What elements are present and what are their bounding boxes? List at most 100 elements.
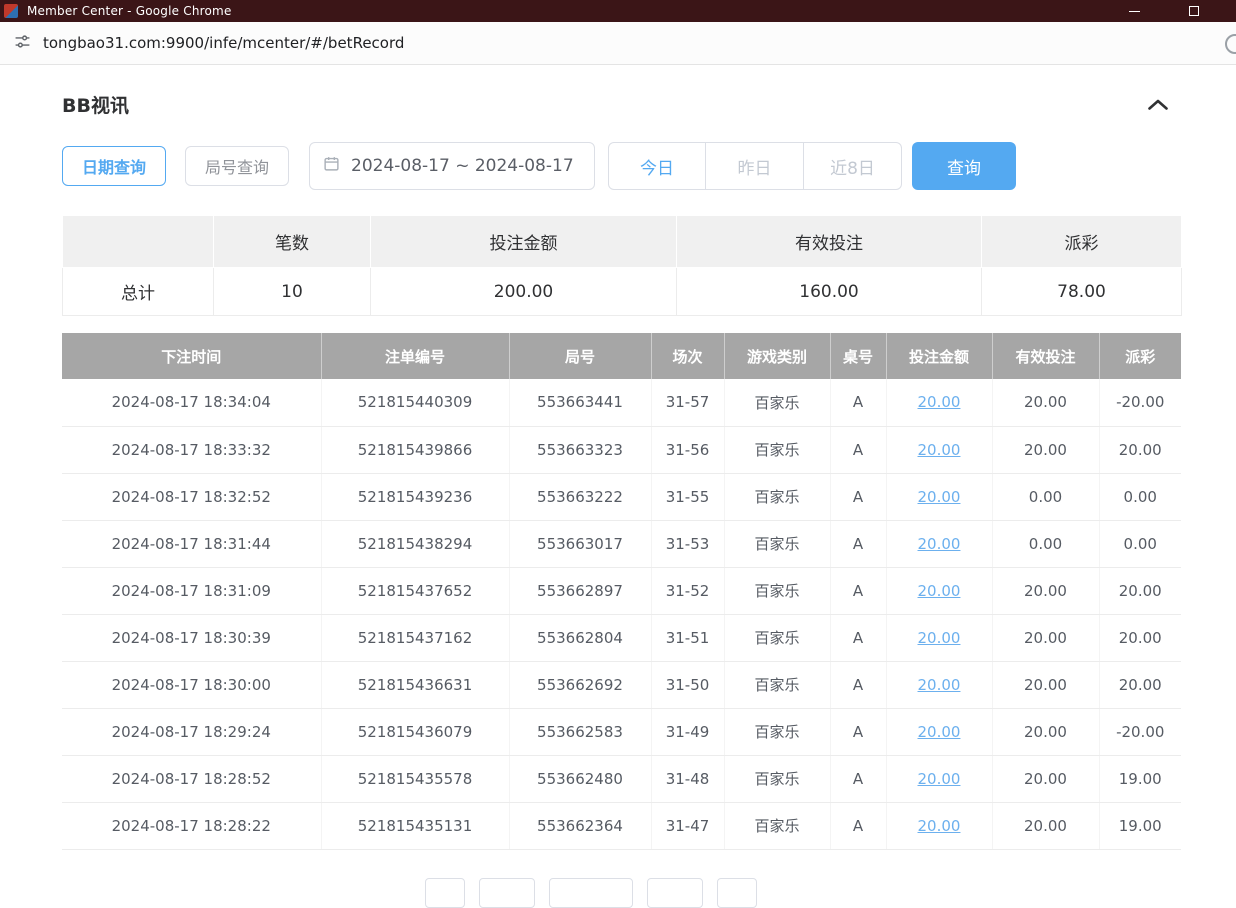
profile-icon[interactable] <box>1225 34 1236 54</box>
cell-valid-bet: 0.00 <box>992 473 1099 520</box>
bet-amount-link[interactable]: 20.00 <box>918 441 961 459</box>
cell-bet-amount: 20.00 <box>886 426 992 473</box>
cell-table-no: A <box>830 708 886 755</box>
cell-game-type: 百家乐 <box>724 661 830 708</box>
cell-round-id: 553662804 <box>509 614 651 661</box>
cell-session: 31-53 <box>651 520 724 567</box>
bet-record-table: 下注时间 注单编号 局号 场次 游戏类别 桌号 投注金额 有效投注 派彩 202… <box>62 333 1181 850</box>
bet-amount-link[interactable]: 20.00 <box>918 770 961 788</box>
col-header-game-type: 游戏类别 <box>724 333 830 379</box>
cell-table-no: A <box>830 614 886 661</box>
last-8-days-button[interactable]: 近8日 <box>804 142 902 190</box>
bet-table-body: 2024-08-17 18:34:04521815440309553663441… <box>62 379 1181 849</box>
cell-payout: 19.00 <box>1099 802 1181 849</box>
cell-session: 31-52 <box>651 567 724 614</box>
cell-bet-amount: 20.00 <box>886 614 992 661</box>
search-button[interactable]: 查询 <box>912 142 1016 190</box>
calendar-icon <box>323 155 340 177</box>
cell-valid-bet: 20.00 <box>992 661 1099 708</box>
date-range-picker[interactable]: 2024-08-17 ~ 2024-08-17 <box>309 142 595 190</box>
cell-bet-time: 2024-08-17 18:28:52 <box>62 755 321 802</box>
cell-bet-time: 2024-08-17 18:32:52 <box>62 473 321 520</box>
bet-amount-link[interactable]: 20.00 <box>918 582 961 600</box>
col-header-payout: 派彩 <box>1099 333 1181 379</box>
summary-total-label: 总计 <box>63 268 214 316</box>
cell-round-id: 553663323 <box>509 426 651 473</box>
col-header-bet-time: 下注时间 <box>62 333 321 379</box>
yesterday-button[interactable]: 昨日 <box>706 142 804 190</box>
cell-session: 31-50 <box>651 661 724 708</box>
maximize-button[interactable] <box>1186 3 1202 19</box>
table-row: 2024-08-17 18:32:52521815439236553663222… <box>62 473 1181 520</box>
cell-payout: 0.00 <box>1099 473 1181 520</box>
table-row: 2024-08-17 18:30:39521815437162553662804… <box>62 614 1181 661</box>
cell-session: 31-49 <box>651 708 724 755</box>
cell-bet-id: 521815436631 <box>321 661 509 708</box>
cell-session: 31-51 <box>651 614 724 661</box>
date-range-value: 2024-08-17 ~ 2024-08-17 <box>351 156 574 176</box>
bet-amount-link[interactable]: 20.00 <box>918 629 961 647</box>
cell-bet-id: 521815438294 <box>321 520 509 567</box>
cell-payout: -20.00 <box>1099 708 1181 755</box>
minimize-icon <box>1129 11 1140 12</box>
cell-game-type: 百家乐 <box>724 426 830 473</box>
collapse-chevron-up-icon[interactable] <box>1147 98 1181 111</box>
date-query-tab[interactable]: 日期查询 <box>62 146 166 186</box>
cell-round-id: 553662364 <box>509 802 651 849</box>
cell-valid-bet: 20.00 <box>992 708 1099 755</box>
bet-amount-link[interactable]: 20.00 <box>918 817 961 835</box>
site-settings-icon[interactable] <box>14 33 31 54</box>
cell-bet-id: 521815435131 <box>321 802 509 849</box>
cell-valid-bet: 20.00 <box>992 614 1099 661</box>
address-bar[interactable]: tongbao31.com:9900/infe/mcenter/#/betRec… <box>0 22 1236 65</box>
col-header-round-id: 局号 <box>509 333 651 379</box>
summary-total-bet-amount: 200.00 <box>371 268 677 316</box>
cell-bet-time: 2024-08-17 18:28:22 <box>62 802 321 849</box>
table-row: 2024-08-17 18:31:44521815438294553663017… <box>62 520 1181 567</box>
cell-game-type: 百家乐 <box>724 473 830 520</box>
bet-amount-link[interactable]: 20.00 <box>918 535 961 553</box>
pagination-next-button[interactable] <box>647 878 703 908</box>
pagination-size-select[interactable] <box>549 878 633 908</box>
col-header-bet-id: 注单编号 <box>321 333 509 379</box>
cell-bet-amount: 20.00 <box>886 708 992 755</box>
maximize-icon <box>1189 6 1199 16</box>
cell-payout: 20.00 <box>1099 567 1181 614</box>
cell-round-id: 553662897 <box>509 567 651 614</box>
table-row: 2024-08-17 18:28:52521815435578553662480… <box>62 755 1181 802</box>
cell-payout: 20.00 <box>1099 614 1181 661</box>
bet-amount-link[interactable]: 20.00 <box>918 488 961 506</box>
bet-amount-link[interactable]: 20.00 <box>918 393 961 411</box>
filter-toolbar: 日期查询 局号查询 2024-08-17 ~ 2024-08-17 今日 昨日 … <box>62 142 1236 190</box>
summary-col-count: 笔数 <box>214 216 371 268</box>
pagination-prev-button[interactable] <box>425 878 465 908</box>
cell-bet-time: 2024-08-17 18:31:44 <box>62 520 321 567</box>
pagination-jump-input[interactable] <box>717 878 757 908</box>
cell-valid-bet: 20.00 <box>992 567 1099 614</box>
summary-table: 笔数 投注金额 有效投注 派彩 总计 10 200.00 160.00 78.0… <box>62 215 1182 316</box>
cell-bet-amount: 20.00 <box>886 661 992 708</box>
cell-session: 31-48 <box>651 755 724 802</box>
cell-bet-id: 521815440309 <box>321 379 509 426</box>
bet-amount-link[interactable]: 20.00 <box>918 676 961 694</box>
cell-bet-time: 2024-08-17 18:29:24 <box>62 708 321 755</box>
today-button[interactable]: 今日 <box>608 142 706 190</box>
pagination <box>425 878 1236 908</box>
bet-amount-link[interactable]: 20.00 <box>918 723 961 741</box>
cell-bet-id: 521815439236 <box>321 473 509 520</box>
cell-table-no: A <box>830 379 886 426</box>
cell-table-no: A <box>830 661 886 708</box>
pagination-page-button[interactable] <box>479 878 535 908</box>
cell-round-id: 553663017 <box>509 520 651 567</box>
cell-payout: -20.00 <box>1099 379 1181 426</box>
cell-valid-bet: 20.00 <box>992 426 1099 473</box>
cell-game-type: 百家乐 <box>724 755 830 802</box>
round-query-tab[interactable]: 局号查询 <box>185 146 289 186</box>
cell-game-type: 百家乐 <box>724 520 830 567</box>
summary-total-valid-bet: 160.00 <box>677 268 982 316</box>
cell-payout: 20.00 <box>1099 661 1181 708</box>
minimize-button[interactable] <box>1126 3 1142 19</box>
cell-valid-bet: 0.00 <box>992 520 1099 567</box>
summary-col-payout: 派彩 <box>982 216 1182 268</box>
cell-payout: 0.00 <box>1099 520 1181 567</box>
